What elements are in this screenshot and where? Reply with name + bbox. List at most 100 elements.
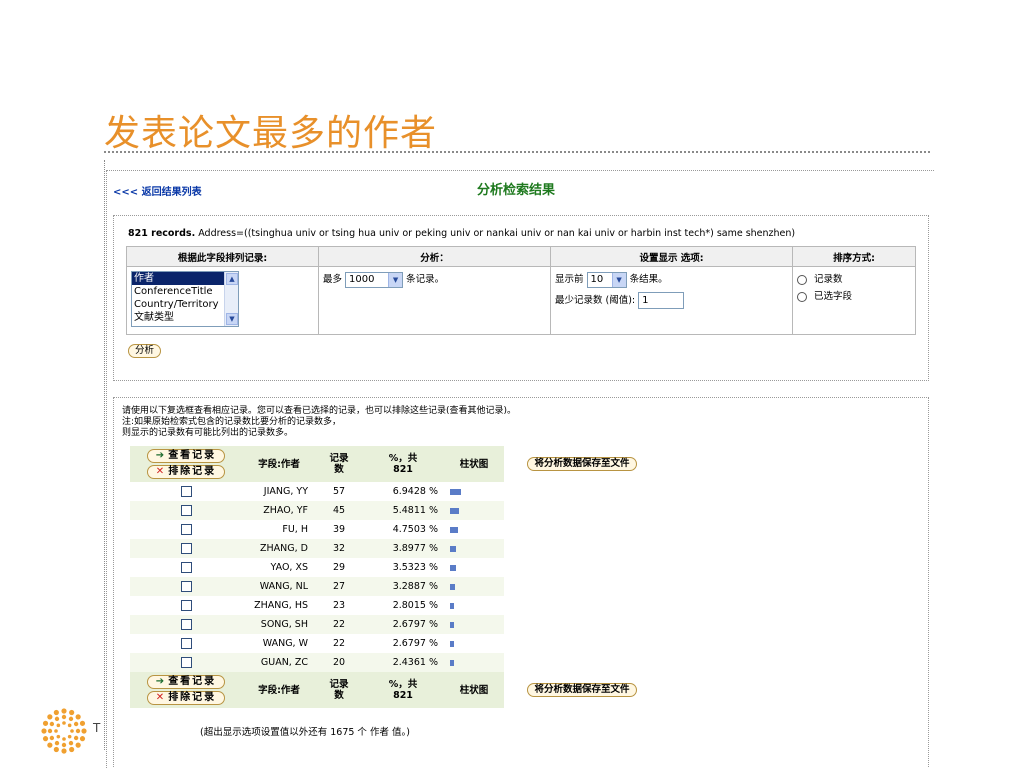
min-records-input[interactable]: 1 bbox=[638, 291, 685, 309]
display-cell: 显示前 10 ▼ 条结果。 最少记录数 (阈值): 1 bbox=[550, 266, 793, 335]
table-row: ZHANG, D 32 3.8977 % bbox=[130, 539, 660, 558]
view-records-button[interactable]: ➔ 查看记录 bbox=[146, 449, 226, 463]
min-records-label: 最少记录数 (阈值): bbox=[555, 294, 636, 306]
logo-dot bbox=[75, 714, 81, 720]
chevron-down-icon[interactable]: ▼ bbox=[388, 272, 403, 287]
record-percent: 2.4361 % bbox=[362, 653, 444, 672]
arrow-right-icon: ➔ bbox=[155, 450, 165, 461]
author-name: ZHANG, HS bbox=[242, 596, 316, 615]
field-listbox[interactable]: 作者 ConferenceTitle Country/Territory 文献类… bbox=[131, 271, 239, 327]
row-checkbox[interactable] bbox=[180, 600, 192, 611]
row-checkbox[interactable] bbox=[180, 657, 192, 668]
row-checkbox[interactable] bbox=[180, 505, 192, 516]
display-prefix: 显示前 bbox=[555, 274, 584, 285]
sort-by-field-label: 已选字段 bbox=[814, 291, 853, 302]
scroll-down-icon[interactable]: ▼ bbox=[226, 313, 238, 325]
header-percent: %，共 821 bbox=[362, 446, 444, 482]
author-name: WANG, W bbox=[242, 634, 316, 653]
analyze-button[interactable]: 分析 bbox=[128, 344, 162, 358]
records-summary: 821 records. Address=((tsinghua univ or … bbox=[128, 228, 795, 239]
listbox-scrollbar[interactable]: ▲ ▼ bbox=[224, 272, 238, 326]
header-rank-field: 根据此字段排列记录: bbox=[126, 246, 319, 267]
row-checkbox[interactable] bbox=[180, 524, 192, 535]
empty-cell bbox=[504, 615, 660, 634]
logo-dot bbox=[61, 708, 67, 714]
exclude-records-button[interactable]: ✕ 排除记录 bbox=[146, 691, 226, 705]
logo-dot bbox=[69, 746, 75, 753]
logo-dot bbox=[79, 720, 86, 726]
logo-dot bbox=[67, 723, 72, 728]
record-count: 20 bbox=[316, 653, 362, 672]
logo-dot bbox=[54, 716, 60, 722]
records-count: 821 records. bbox=[128, 228, 196, 239]
empty-cell bbox=[504, 539, 660, 558]
sort-by-count-radio[interactable] bbox=[797, 274, 807, 285]
empty-cell bbox=[504, 482, 660, 501]
row-checkbox-cell bbox=[130, 558, 242, 577]
header-bar-chart: 柱状图 bbox=[444, 672, 504, 708]
chevron-down-icon[interactable]: ▼ bbox=[611, 272, 626, 287]
empty-cell bbox=[504, 501, 660, 520]
record-percent: 6.9428 % bbox=[362, 482, 444, 501]
remaining-values-note: (超出显示选项设置值以外还有 1675 个 作者 值。) bbox=[200, 727, 410, 738]
results-header-bottom: ➔ 查看记录 ✕ 排除记录 字段:作者 记录数 %，共 821 柱状图 将分析数据保存… bbox=[130, 672, 660, 708]
results-table: ➔ 查看记录 ✕ 排除记录 字段:作者 记录数 %，共 821 柱状图 将分析数据保存… bbox=[130, 446, 660, 708]
display-count-select[interactable]: 10 ▼ bbox=[586, 271, 627, 288]
row-checkbox-cell bbox=[130, 539, 242, 558]
header-analysis: 分析： bbox=[318, 246, 551, 267]
row-checkbox[interactable] bbox=[180, 581, 192, 592]
logo-dot bbox=[81, 728, 87, 734]
field-option-conference[interactable]: ConferenceTitle bbox=[132, 285, 224, 298]
record-percent: 4.7503 % bbox=[362, 520, 444, 539]
percent-bar bbox=[450, 583, 456, 590]
percent-bar bbox=[450, 507, 459, 514]
save-to-file-button[interactable]: 将分析数据保存至文件 bbox=[527, 683, 637, 697]
browser-frame: <<< 返回结果列表 分析检索结果 821 records. Address=(… bbox=[106, 170, 934, 768]
empty-cell bbox=[504, 577, 660, 596]
percent-bar bbox=[450, 545, 457, 552]
scroll-up-icon[interactable]: ▲ bbox=[226, 273, 238, 285]
table-row: SONG, SH 22 2.6797 % bbox=[130, 615, 660, 634]
save-cell: 将分析数据保存至文件 bbox=[504, 446, 660, 482]
record-count: 39 bbox=[316, 520, 362, 539]
close-icon: ✕ bbox=[155, 466, 165, 477]
logo-dot bbox=[68, 716, 74, 722]
row-checkbox[interactable] bbox=[180, 486, 192, 497]
bar-cell bbox=[444, 577, 504, 596]
exclude-records-button[interactable]: ✕ 排除记录 bbox=[146, 465, 226, 479]
percent-bar bbox=[450, 488, 462, 495]
row-checkbox[interactable] bbox=[180, 638, 192, 649]
field-option-country[interactable]: Country/Territory bbox=[132, 298, 224, 311]
save-to-file-button[interactable]: 将分析数据保存至文件 bbox=[527, 457, 637, 471]
row-checkbox[interactable] bbox=[180, 619, 192, 630]
logo-dot bbox=[42, 736, 49, 742]
sort-by-count-label: 记录数 bbox=[814, 274, 843, 285]
view-records-button[interactable]: ➔ 查看记录 bbox=[146, 675, 226, 689]
logo-dot bbox=[41, 728, 47, 734]
header-percent: %，共 821 bbox=[362, 672, 444, 708]
percent-bar bbox=[450, 602, 455, 609]
field-option-doctype[interactable]: 文献类型 bbox=[132, 311, 224, 324]
row-checkbox[interactable] bbox=[180, 562, 192, 573]
table-row: JIANG, YY 57 6.9428 % bbox=[130, 482, 660, 501]
row-checkbox-cell bbox=[130, 634, 242, 653]
sort-cell: 记录数 已选字段 bbox=[792, 266, 916, 335]
field-option-author[interactable]: 作者 bbox=[132, 272, 224, 285]
logo-dot bbox=[47, 742, 53, 748]
back-to-results-link[interactable]: <<< 返回结果列表 bbox=[113, 183, 202, 198]
note-line: 则显示的记录数有可能比列出的记录数多。 bbox=[122, 428, 294, 438]
sort-by-field-radio[interactable] bbox=[797, 291, 807, 302]
row-checkbox-cell bbox=[130, 520, 242, 539]
empty-cell bbox=[504, 653, 660, 672]
bar-cell bbox=[444, 501, 504, 520]
analysis-count-select[interactable]: 1000 ▼ bbox=[345, 271, 404, 288]
record-percent: 3.2887 % bbox=[362, 577, 444, 596]
table-row: YAO, XS 29 3.5323 % bbox=[130, 558, 660, 577]
empty-cell bbox=[504, 558, 660, 577]
percent-bar bbox=[450, 526, 458, 533]
logo-dot bbox=[61, 748, 67, 754]
row-checkbox[interactable] bbox=[180, 543, 192, 554]
author-name: JIANG, YY bbox=[242, 482, 316, 501]
record-percent: 2.6797 % bbox=[362, 615, 444, 634]
note-line: 注:如果原始检索式包含的记录数比要分析的记录数多， bbox=[122, 417, 342, 427]
